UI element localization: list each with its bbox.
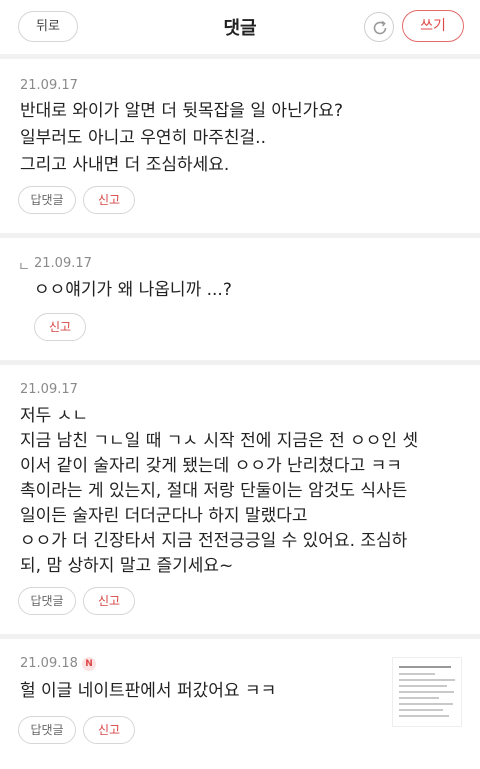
refresh-icon [373, 20, 387, 35]
comment-line: 되, 맘 상하지 말고 즐기세요~ [20, 556, 234, 576]
write-button[interactable]: 쓰기 [402, 10, 464, 42]
comment-line: 그리고 사내면 더 조심하세요. [20, 155, 230, 175]
thumbnail-line [399, 679, 455, 681]
divider [0, 233, 480, 238]
comment-line: 반대로 와이가 알면 더 뒷목잡을 일 아닌가요? [20, 101, 343, 121]
comment-date: 21.09.17 [20, 78, 78, 93]
comment-line: 이서 같이 술자리 갖게 됐는데 ㅇㅇ가 난리쳤다고 ㅋㅋ [20, 456, 402, 476]
divider [0, 54, 480, 59]
header: 뒤로 댓글 쓰기 [0, 0, 480, 54]
reply-button[interactable]: 답댓글 [18, 186, 76, 214]
comment-line: 저두 ㅅㄴ [20, 406, 88, 426]
reply-button[interactable]: 답댓글 [18, 716, 76, 744]
report-button[interactable]: 신고 [83, 587, 135, 615]
comment-line: 촉이라는 게 있는지, 절대 저랑 단둘이는 암것도 식사든 [20, 481, 408, 501]
thumbnail-line [399, 715, 449, 717]
new-badge-icon: N [82, 657, 96, 671]
thumbnail-line [399, 673, 435, 675]
thumbnail-line [399, 666, 451, 668]
divider [0, 634, 480, 639]
comment-date: 21.09.17 [34, 256, 92, 271]
report-button[interactable]: 신고 [83, 186, 135, 214]
divider [0, 360, 480, 365]
comment-line: 헐 이글 네이트판에서 퍼갔어요 ㅋㅋ [20, 681, 277, 701]
comment-date: 21.09.17 [20, 382, 78, 397]
comment-line: 일부러도 아니고 우연히 마주친걸.. [20, 128, 266, 148]
thumbnail-line [399, 691, 454, 693]
reply-indicator: ㄴ [18, 260, 30, 275]
reply-button[interactable]: 답댓글 [18, 587, 76, 615]
attached-screenshot-thumbnail[interactable] [392, 657, 462, 727]
refresh-button[interactable] [364, 12, 394, 42]
thumbnail-line [399, 685, 447, 687]
comment-line: ㅇㅇ얘기가 왜 나옵니까 ...? [34, 280, 232, 300]
comment-line: 지금 남친 ㄱㄴ일 때 ㄱㅅ 시작 전에 지금은 전 ㅇㅇ인 셋 [20, 431, 419, 451]
comment-date: 21.09.18 [20, 656, 78, 671]
thumbnail-line [399, 709, 443, 711]
report-button[interactable]: 신고 [34, 313, 86, 341]
thumbnail-line [399, 697, 439, 699]
report-button[interactable]: 신고 [83, 716, 135, 744]
comment-line: ㅇㅇ가 더 긴장타서 지금 전전긍긍일 수 있어요. 조심하 [20, 531, 408, 551]
thumbnail-line [399, 703, 453, 705]
comment-line: 일이든 술자린 더더군다나 하지 말랬다고 [20, 506, 308, 526]
